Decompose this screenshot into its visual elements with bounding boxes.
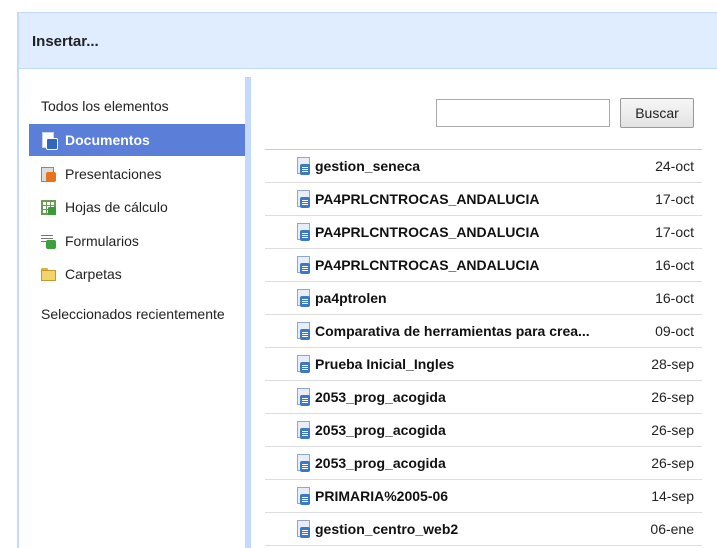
sidebar-all-items[interactable]: Todos los elementos: [41, 98, 169, 114]
dialog-titlebar: Insertar...: [19, 13, 717, 69]
search-input[interactable]: [436, 99, 610, 127]
file-date: 26-sep: [651, 455, 694, 471]
list-item[interactable]: PRIMARIA%2005-06 14-sep: [265, 480, 702, 513]
file-date: 24-oct: [655, 158, 694, 174]
main-panel: Buscar gestion_seneca 24-oct PA4PRLCNTROCA…: [265, 69, 717, 548]
sidebar-item-label: Hojas de cálculo: [65, 199, 168, 215]
file-name: PA4PRLCNTROCAS_ANDALUCIA: [315, 224, 540, 240]
document-icon: [296, 190, 310, 208]
file-date: 26-sep: [651, 422, 694, 438]
file-name: PRIMARIA%2005-06: [315, 488, 449, 504]
file-name: gestion_seneca: [315, 158, 421, 174]
sidebar-item-label: Carpetas: [65, 266, 122, 282]
document-icon: [296, 454, 310, 472]
document-icon: [296, 421, 310, 439]
sidebar-item-documents[interactable]: Documentos: [29, 124, 245, 156]
sidebar: Todos los elementos Documentos Presentac…: [19, 69, 245, 548]
sidebar-item-spreadsheets[interactable]: Hojas de cálculo: [29, 191, 245, 223]
document-icon: [296, 322, 310, 340]
document-icon: [296, 223, 310, 241]
file-name: pa4ptrolen: [315, 290, 387, 306]
list-item[interactable]: Comparativa de herramientas para crea...…: [265, 315, 702, 348]
document-icon: [296, 157, 310, 175]
presentation-icon: [41, 166, 57, 182]
file-date: 26-sep: [651, 389, 694, 405]
file-name: Prueba Inicial_Ingles: [315, 356, 455, 372]
list-item[interactable]: 2053_prog_acogida 26-sep: [265, 447, 702, 480]
file-date: 06-ene: [650, 521, 694, 537]
file-name: Comparativa de herramientas para crea...: [315, 323, 590, 339]
file-name: 2053_prog_acogida: [315, 389, 446, 405]
file-date: 16-oct: [655, 257, 694, 273]
document-icon: [296, 256, 310, 274]
list-item[interactable]: gestion_seneca 24-oct: [265, 150, 702, 183]
sidebar-recent-items[interactable]: Seleccionados recientemente: [41, 306, 225, 322]
spreadsheet-icon: [41, 199, 57, 215]
list-item[interactable]: gestion_centro_web2 06-ene: [265, 513, 702, 546]
insert-dialog: Insertar... Todos los elementos Document…: [17, 12, 717, 548]
sidebar-item-folders[interactable]: Carpetas: [29, 258, 245, 290]
sidebar-item-forms[interactable]: Formularios: [29, 225, 245, 257]
list-item[interactable]: 2053_prog_acogida 26-sep: [265, 381, 702, 414]
list-item[interactable]: pa4ptrolen 16-oct: [265, 282, 702, 315]
document-icon: [296, 487, 310, 505]
sidebar-item-label: Documentos: [65, 132, 150, 148]
document-icon: [41, 132, 58, 150]
folder-icon: [41, 266, 57, 282]
sidebar-item-label: Presentaciones: [65, 166, 162, 182]
document-icon: [296, 388, 310, 406]
document-icon: [296, 289, 310, 307]
document-icon: [296, 520, 310, 538]
file-date: 17-oct: [655, 224, 694, 240]
file-list: gestion_seneca 24-oct PA4PRLCNTROCAS_ANDAL…: [265, 149, 702, 546]
file-name: 2053_prog_acogida: [315, 455, 446, 471]
file-date: 16-oct: [655, 290, 694, 306]
list-item[interactable]: PA4PRLCNTROCAS_ANDALUCIA 16-oct: [265, 249, 702, 282]
file-name: PA4PRLCNTROCAS_ANDALUCIA: [315, 257, 540, 273]
sidebar-item-label: Formularios: [65, 233, 139, 249]
file-date: 09-oct: [655, 323, 694, 339]
file-name: 2053_prog_acogida: [315, 422, 446, 438]
sidebar-divider: [245, 77, 251, 548]
file-date: 28-sep: [651, 356, 694, 372]
list-item[interactable]: 2053_prog_acogida 26-sep: [265, 414, 702, 447]
file-name: gestion_centro_web2: [315, 521, 459, 537]
list-item[interactable]: PA4PRLCNTROCAS_ANDALUCIA 17-oct: [265, 183, 702, 216]
file-date: 17-oct: [655, 191, 694, 207]
search-button[interactable]: Buscar: [620, 98, 694, 128]
file-name: PA4PRLCNTROCAS_ANDALUCIA: [315, 191, 540, 207]
file-date: 14-sep: [651, 488, 694, 504]
form-icon: [41, 233, 57, 249]
document-icon: [296, 355, 310, 373]
sidebar-item-presentations[interactable]: Presentaciones: [29, 158, 245, 190]
list-item[interactable]: Prueba Inicial_Ingles 28-sep: [265, 348, 702, 381]
dialog-title: Insertar...: [32, 33, 99, 50]
list-item[interactable]: PA4PRLCNTROCAS_ANDALUCIA 17-oct: [265, 216, 702, 249]
